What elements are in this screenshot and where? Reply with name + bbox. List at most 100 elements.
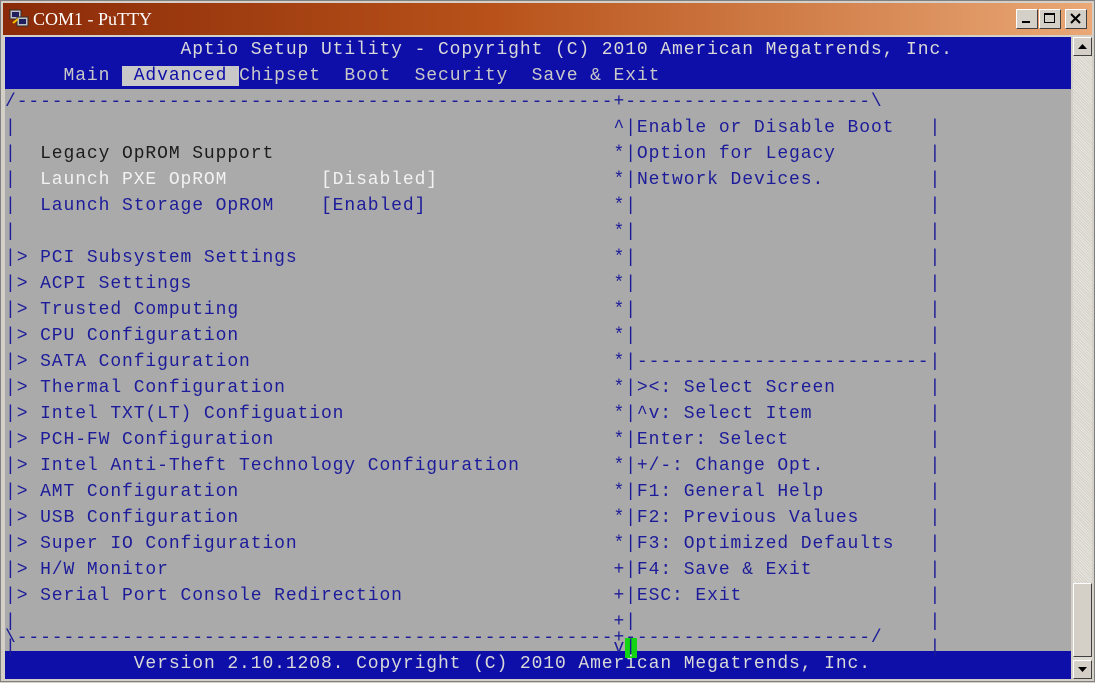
title-bar[interactable]: COM1 - PuTTY: [3, 3, 1092, 35]
menu-item[interactable]: Trusted Computing: [40, 300, 239, 320]
launch-storage-oprom-label[interactable]: Launch Storage OpROM: [40, 196, 274, 216]
submenu-arrow: >: [16, 560, 41, 580]
setup-row: |> PCH-FW Configuration *|Enter: Select …: [5, 427, 941, 453]
menu-item[interactable]: ACPI Settings: [40, 274, 192, 294]
frame-divider: |: [625, 222, 637, 242]
menu-item[interactable]: Intel Anti-Theft Technology Configuratio…: [40, 456, 520, 476]
setup-row: | Legacy OpROM Support *|Option for Lega…: [5, 141, 941, 167]
menu-item[interactable]: Thermal Configuration: [40, 378, 286, 398]
frame-edge: |: [929, 222, 942, 242]
scroll-marker: *: [613, 534, 626, 554]
menu-item[interactable]: SATA Configuration: [40, 352, 251, 372]
scroll-marker: ^: [613, 118, 626, 138]
scroll-marker: *: [613, 508, 626, 528]
frame-top: /---------------------------------------…: [5, 92, 883, 112]
menu-item[interactable]: Serial Port Console Redirection: [40, 586, 403, 606]
setup-row: |> Thermal Configuration *|><: Select Sc…: [5, 375, 941, 401]
frame-edge: |: [929, 404, 942, 424]
frame-edge: |: [929, 612, 942, 632]
setup-row: |> USB Configuration *|F2: Previous Valu…: [5, 505, 941, 531]
key-hint: ^v: Select Item: [636, 404, 813, 424]
tab-save-exit[interactable]: Save & Exit: [532, 66, 661, 86]
maximize-icon: [1044, 13, 1055, 23]
setup-row: | *| |: [5, 219, 941, 245]
submenu-arrow: >: [16, 430, 41, 450]
frame-edge: |: [929, 144, 942, 164]
frame-divider: |: [625, 300, 637, 320]
menu-item[interactable]: PCH-FW Configuration: [40, 430, 274, 450]
help-text: Network Devices.: [636, 170, 825, 190]
frame-divider: |: [625, 560, 637, 580]
scroll-up-button[interactable]: [1073, 37, 1092, 56]
launch-pxe-oprom-value[interactable]: [Disabled]: [321, 170, 438, 190]
setup-row: |> AMT Configuration *|F1: General Help …: [5, 479, 941, 505]
setup-row: |> SATA Configuration *|----------------…: [5, 349, 941, 375]
maximize-button[interactable]: [1039, 9, 1061, 29]
launch-storage-oprom-value[interactable]: [Enabled]: [321, 196, 426, 216]
scroll-marker: *: [613, 404, 626, 424]
tab-advanced[interactable]: Advanced: [122, 66, 240, 86]
frame-edge: |: [929, 326, 942, 346]
arrow-up-icon: [1078, 44, 1087, 49]
frame-edge: |: [929, 534, 942, 554]
scroll-track[interactable]: [1073, 56, 1092, 660]
vertical-scrollbar[interactable]: [1073, 37, 1092, 679]
close-button[interactable]: [1065, 9, 1087, 29]
scroll-thumb[interactable]: [1073, 583, 1092, 657]
submenu-arrow: >: [16, 378, 41, 398]
menu-item[interactable]: USB Configuration: [40, 508, 239, 528]
setup-row: |> Super IO Configuration *|F3: Optimize…: [5, 531, 941, 557]
frame-divider: |: [625, 196, 637, 216]
frame-divider: |: [625, 248, 637, 268]
menu-item[interactable]: H/W Monitor: [40, 560, 169, 580]
frame-edge: |: [5, 378, 17, 398]
frame-edge: |: [5, 326, 17, 346]
key-hint: Enter: Select: [636, 430, 790, 450]
window-title: COM1 - PuTTY: [33, 9, 153, 29]
help-separator: -------------------------|: [636, 352, 942, 372]
menu-item[interactable]: Super IO Configuration: [40, 534, 297, 554]
frame-edge: |: [5, 508, 17, 528]
menu-item[interactable]: Intel TXT(LT) Configuation: [40, 404, 344, 424]
frame-edge: |: [5, 586, 17, 606]
menu-item[interactable]: AMT Configuration: [40, 482, 239, 502]
frame-divider: |: [625, 274, 637, 294]
launch-pxe-oprom-label[interactable]: Launch PXE OpROM: [40, 170, 227, 190]
menu-item[interactable]: PCI Subsystem Settings: [40, 248, 297, 268]
tab-chipset[interactable]: Chipset: [239, 66, 321, 86]
setup-title: Aptio Setup Utility - Copyright (C) 2010…: [180, 40, 953, 60]
tab-boot[interactable]: Boot: [344, 66, 391, 86]
frame-edge: |: [929, 638, 942, 658]
minimize-button[interactable]: [1016, 9, 1038, 29]
submenu-arrow: >: [16, 352, 41, 372]
key-hint: ><: Select Screen: [636, 378, 836, 398]
legacy-oprom-heading-label: Legacy OpROM Support: [40, 144, 275, 164]
frame-edge: |: [929, 300, 942, 320]
terminal-screen[interactable]: Aptio Setup Utility - Copyright (C) 2010…: [5, 37, 1071, 679]
tab-security[interactable]: Security: [415, 66, 509, 86]
frame-edge: |: [929, 508, 942, 528]
scroll-down-button[interactable]: [1073, 660, 1092, 679]
submenu-arrow: >: [16, 248, 41, 268]
frame-edge: |: [929, 118, 942, 138]
frame-edge: |: [5, 144, 17, 164]
frame-divider: |: [625, 170, 637, 190]
scroll-marker: *: [613, 196, 626, 216]
frame-edge: |: [5, 118, 17, 138]
key-hint: F4: Save & Exit: [636, 560, 813, 580]
scroll-marker: *: [613, 300, 626, 320]
menu-item[interactable]: CPU Configuration: [40, 326, 239, 346]
tab-main[interactable]: Main: [64, 66, 111, 86]
